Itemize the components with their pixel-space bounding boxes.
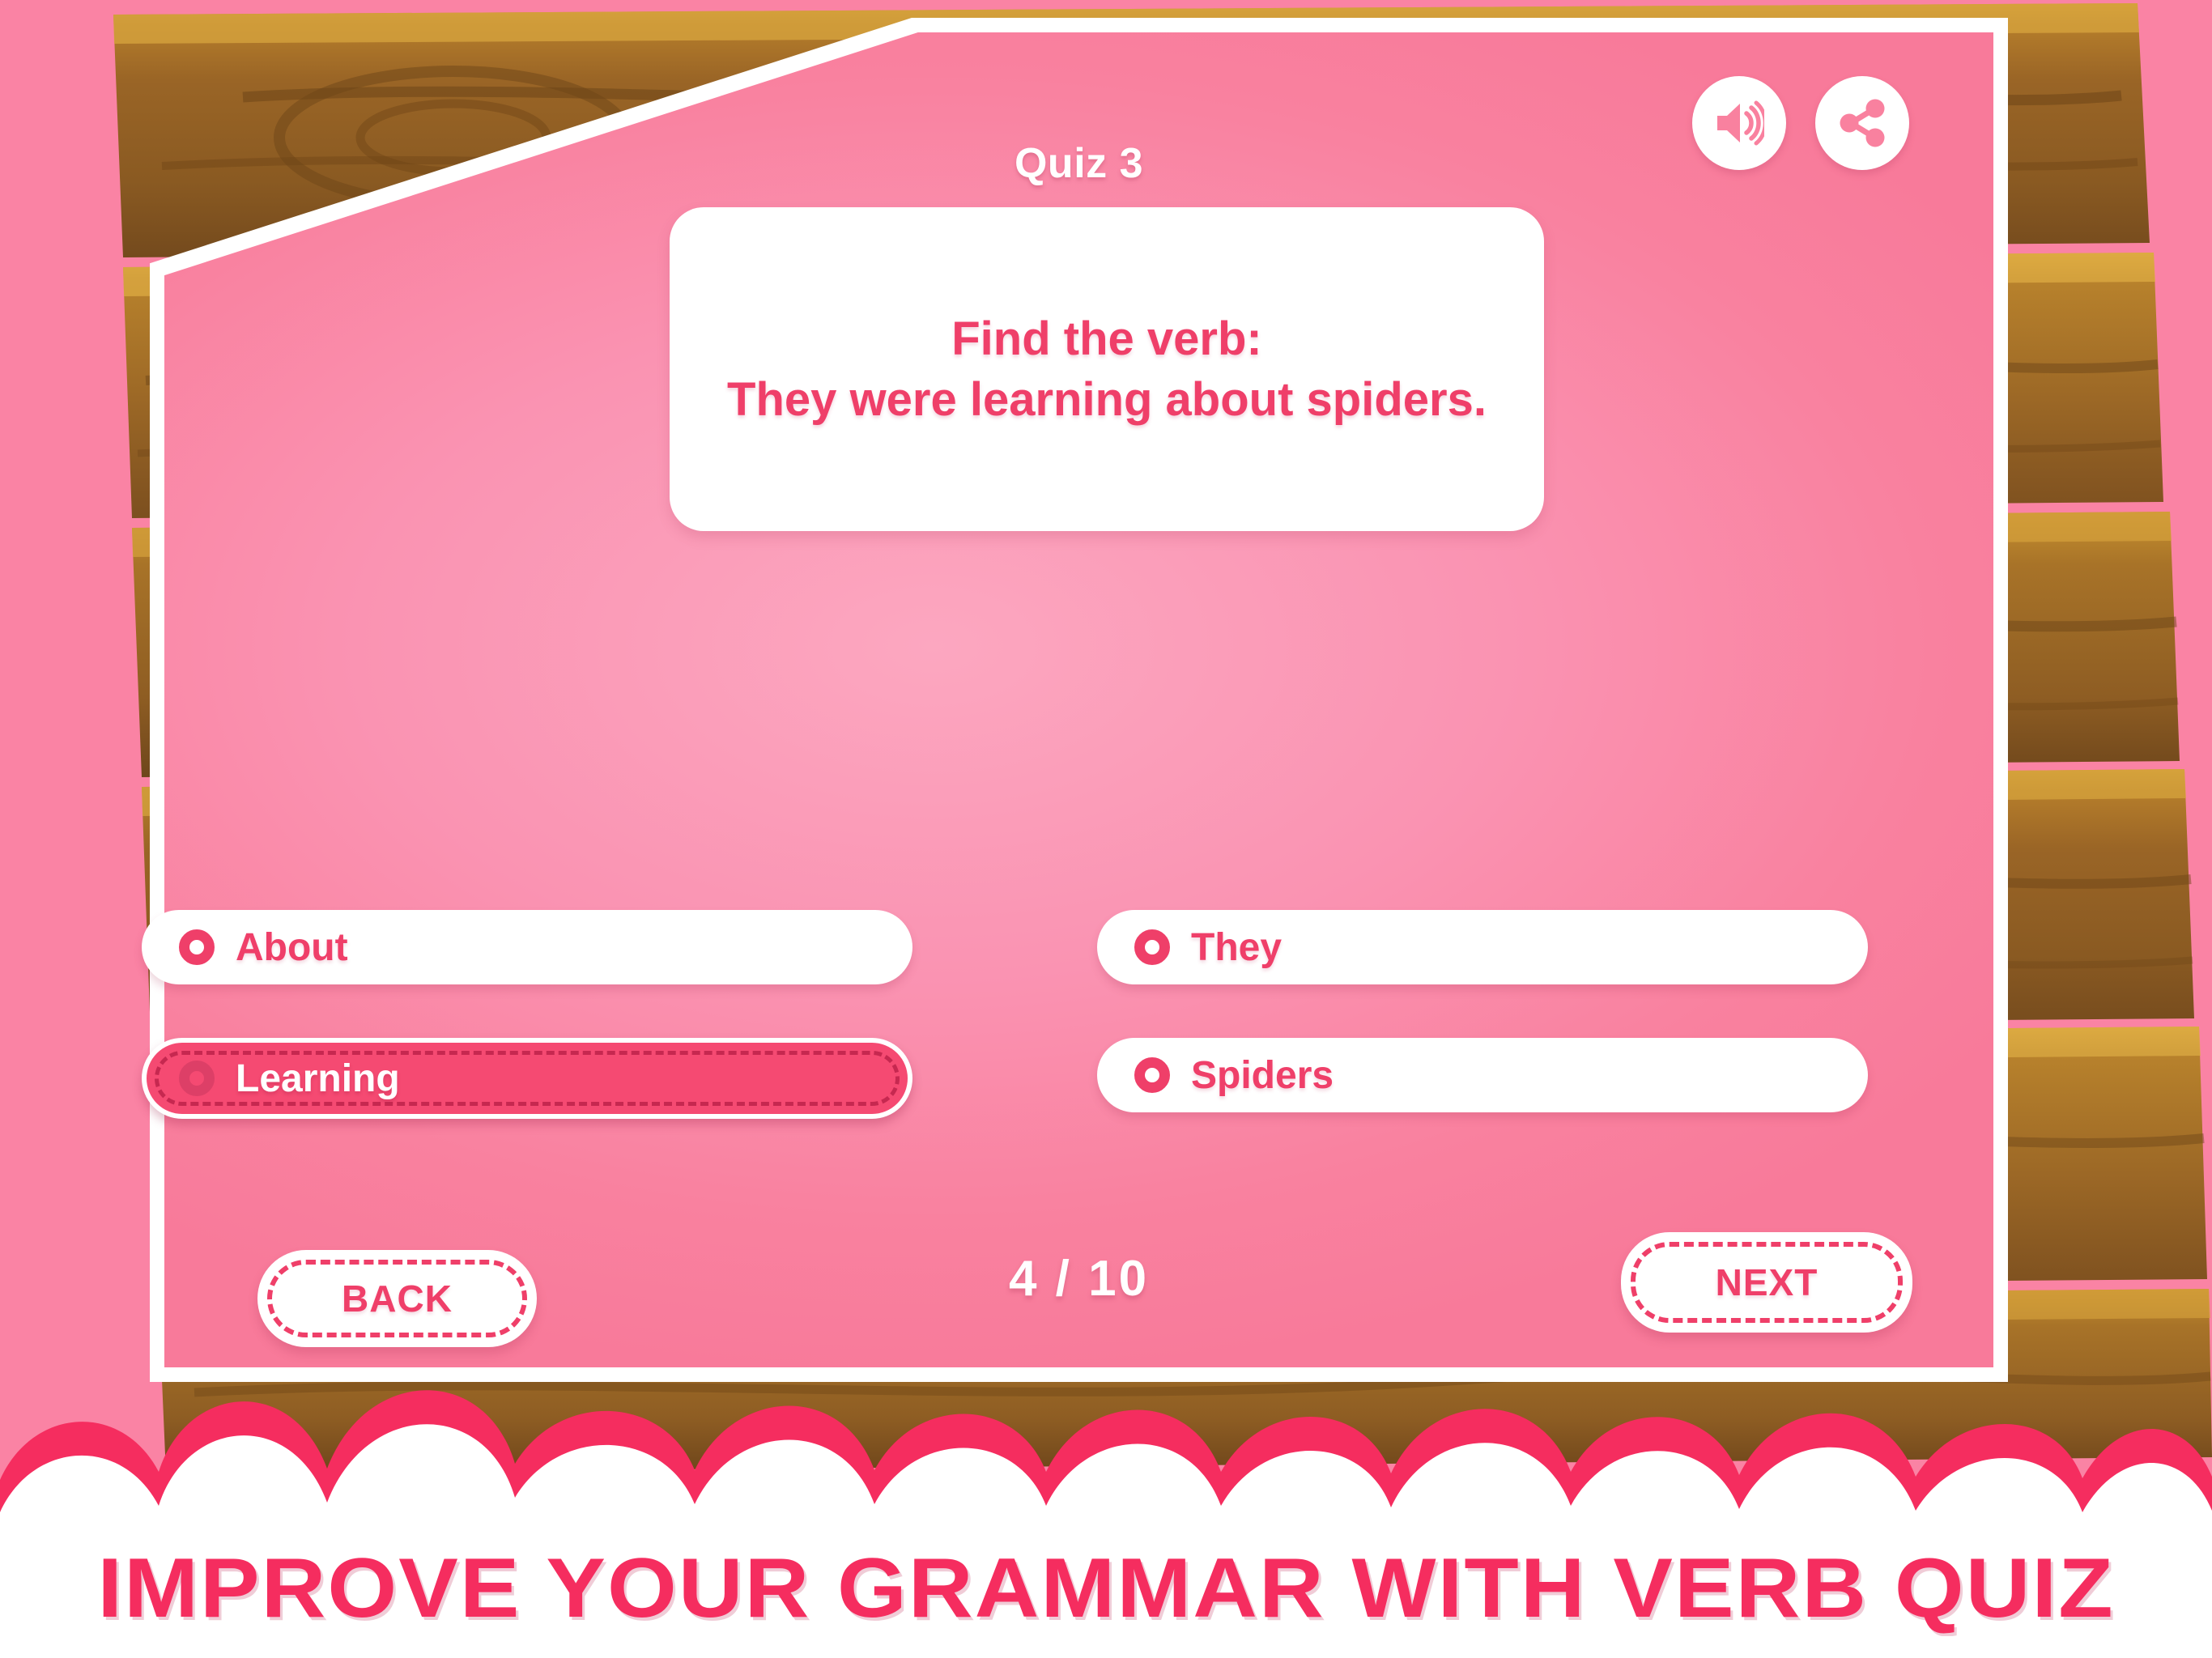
back-button-label: BACK (342, 1278, 453, 1320)
radio-unchecked-icon (1134, 929, 1170, 965)
next-button-label: NEXT (1715, 1261, 1819, 1303)
option-learning[interactable]: Learning (142, 1038, 912, 1119)
option-label: Spiders (1191, 1053, 1334, 1097)
radio-checked-icon (179, 1061, 215, 1096)
question-card: Find the verb: They were learning about … (670, 207, 1544, 531)
option-label: About (236, 925, 348, 969)
radio-unchecked-icon (1134, 1057, 1170, 1093)
answer-options: About They Learning Spiders (142, 892, 2008, 1119)
quiz-panel: Quiz 3 Find the verb: They were learning… (142, 18, 2008, 1382)
promo-banner-text: IMPROVE YOUR GRAMMAR WITH VERB QUIZ (97, 1541, 2115, 1635)
option-they[interactable]: They (1097, 910, 1868, 984)
option-label: They (1191, 925, 1283, 969)
option-about[interactable]: About (142, 910, 912, 984)
share-button[interactable] (1815, 76, 1909, 170)
app-screen: Quiz 3 Find the verb: They were learning… (0, 0, 2212, 1658)
share-icon (1840, 99, 1885, 147)
speaker-icon (1717, 100, 1764, 146)
question-text: Find the verb: They were learning about … (727, 312, 1487, 426)
promo-banner: IMPROVE YOUR GRAMMAR WITH VERB QUIZ (0, 1541, 2212, 1637)
radio-unchecked-icon (179, 929, 215, 965)
option-label: Learning (236, 1056, 400, 1100)
option-spiders[interactable]: Spiders (1097, 1038, 1868, 1112)
sound-button[interactable] (1692, 76, 1786, 170)
